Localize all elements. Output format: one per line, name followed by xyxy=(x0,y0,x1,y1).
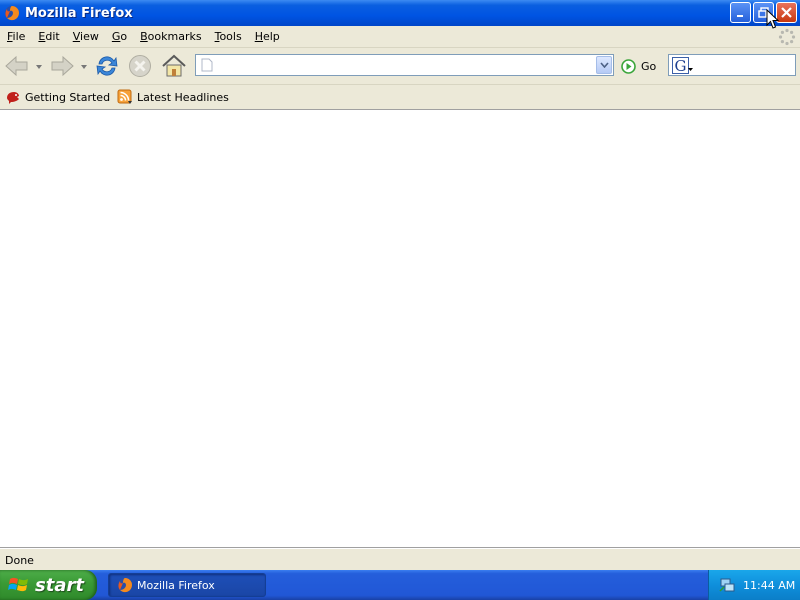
menu-file-label: ile xyxy=(12,30,26,43)
mouse-cursor-icon xyxy=(766,9,780,29)
menu-file[interactable]: File xyxy=(0,30,31,43)
page-content[interactable] xyxy=(0,110,800,548)
bookmark-getting-started[interactable]: Getting Started xyxy=(5,89,110,105)
menu-bookmarks-accel: B xyxy=(140,30,148,43)
search-input[interactable] xyxy=(697,57,791,73)
taskbar-item-firefox[interactable]: Mozilla Firefox xyxy=(108,573,266,597)
go-arrow-icon xyxy=(621,58,636,74)
status-bar: Done xyxy=(0,548,800,571)
bookmark-label: Latest Headlines xyxy=(137,90,229,104)
taskbar-item-label: Mozilla Firefox xyxy=(137,578,215,592)
start-label: start xyxy=(35,574,84,596)
start-button[interactable]: start xyxy=(0,570,97,600)
menu-view-label: iew xyxy=(80,30,99,43)
system-tray: 11:44 AM xyxy=(708,570,800,600)
minimize-icon xyxy=(737,15,743,17)
url-input[interactable] xyxy=(218,56,588,74)
menu-bookmarks-label: ookmarks xyxy=(147,30,202,43)
menu-bar: File Edit View Go Bookmarks Tools Help xyxy=(0,26,800,48)
svg-text:G: G xyxy=(675,57,687,74)
title-bar[interactable]: Mozilla Firefox xyxy=(0,0,800,26)
bookmarks-toolbar: Getting Started Latest Headlines xyxy=(0,85,800,110)
clock[interactable]: 11:44 AM xyxy=(743,579,795,592)
window-controls xyxy=(730,2,797,23)
menu-view[interactable]: View xyxy=(66,30,105,43)
chevron-down-icon xyxy=(599,62,609,68)
go-label: Go xyxy=(641,59,657,73)
back-icon[interactable] xyxy=(3,52,31,80)
menu-help[interactable]: Help xyxy=(248,30,286,43)
url-dropdown-button[interactable] xyxy=(596,56,612,74)
menu-help-label: elp xyxy=(262,30,280,43)
url-bar[interactable] xyxy=(195,54,614,76)
menu-tools[interactable]: Tools xyxy=(208,30,248,43)
go-button[interactable]: Go xyxy=(621,57,656,75)
stop-icon[interactable] xyxy=(126,52,154,80)
menu-edit[interactable]: Edit xyxy=(31,30,65,43)
page-icon xyxy=(201,58,213,72)
menu-bookmarks[interactable]: Bookmarks xyxy=(133,30,207,43)
network-icon[interactable] xyxy=(719,577,735,593)
close-icon xyxy=(781,7,792,18)
forward-dropdown-icon[interactable] xyxy=(81,65,87,69)
menu-go-label: o xyxy=(120,30,128,43)
bookmark-latest-headlines[interactable]: Latest Headlines xyxy=(117,89,229,105)
window-title: Mozilla Firefox xyxy=(25,5,133,21)
throbber-icon xyxy=(778,28,796,46)
reload-icon[interactable] xyxy=(93,52,121,80)
home-icon[interactable] xyxy=(160,52,188,80)
status-text: Done xyxy=(5,553,34,567)
rss-feed-icon xyxy=(117,89,133,104)
firefox-icon xyxy=(5,6,20,21)
menu-help-accel: H xyxy=(254,30,263,43)
search-engine-icon[interactable]: G xyxy=(672,57,694,74)
menu-tools-label: ools xyxy=(219,30,242,43)
menu-view-accel: V xyxy=(72,30,81,43)
minimize-button[interactable] xyxy=(730,2,751,23)
forward-icon[interactable] xyxy=(48,52,76,80)
menu-go[interactable]: Go xyxy=(105,30,133,43)
getting-started-icon xyxy=(7,92,19,104)
back-dropdown-icon[interactable] xyxy=(36,65,42,69)
search-box[interactable]: G xyxy=(668,54,796,76)
windows-logo-icon xyxy=(8,577,28,592)
menu-edit-label: dit xyxy=(45,30,60,43)
bookmark-label: Getting Started xyxy=(25,90,111,104)
taskbar: start Mozilla Firefox 11:44 AM xyxy=(0,570,800,600)
firefox-icon xyxy=(118,578,133,593)
